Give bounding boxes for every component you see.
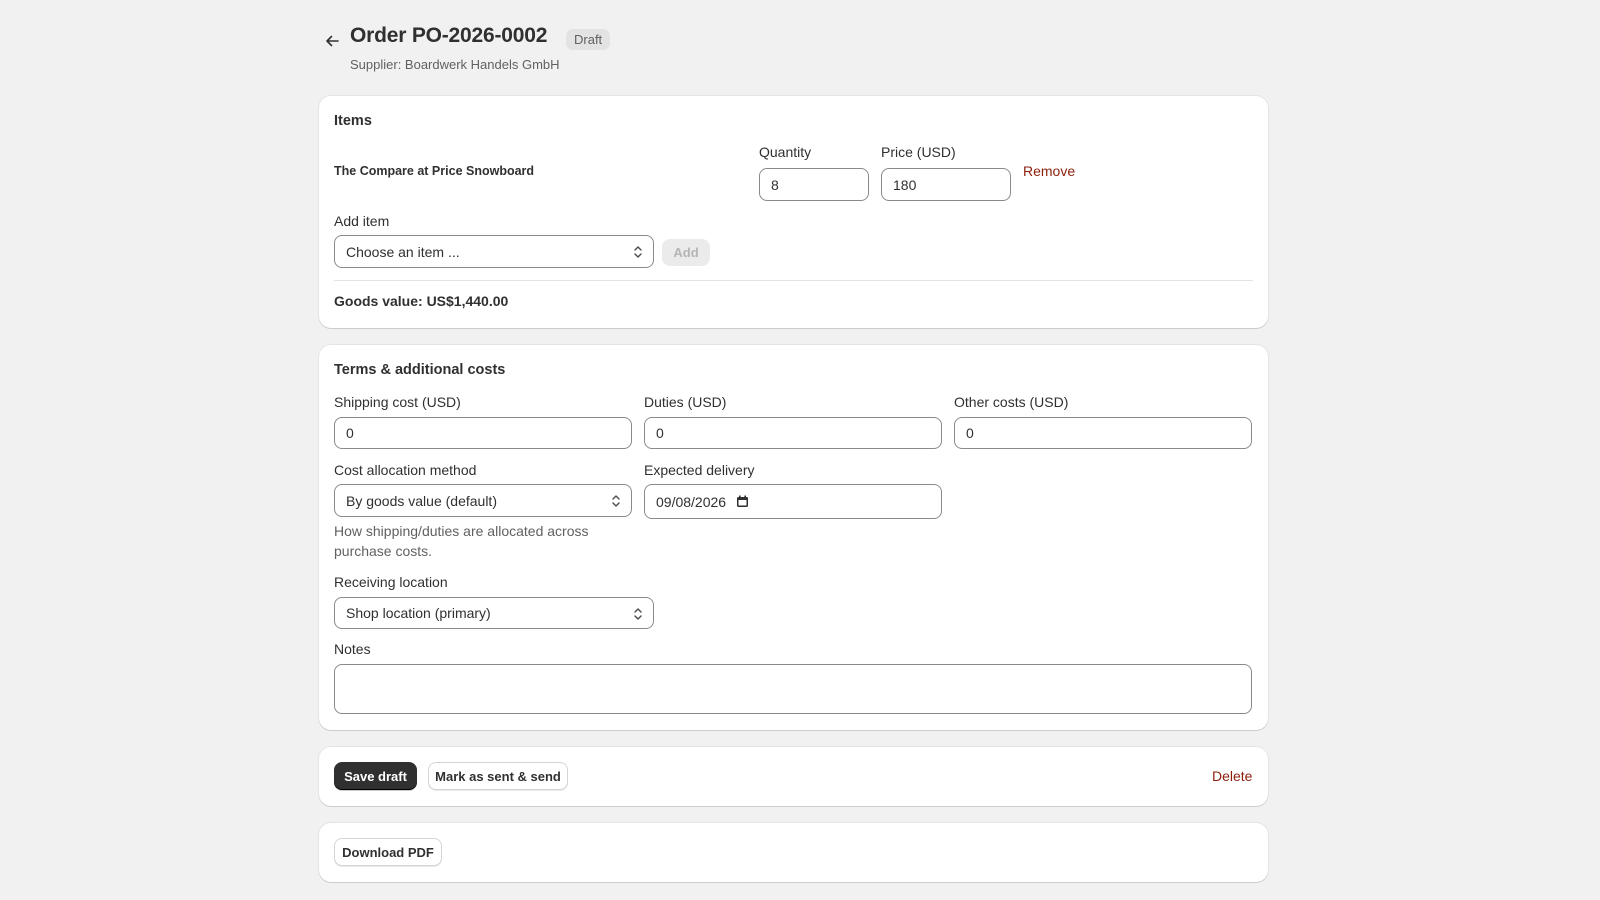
status-badge: Draft — [566, 29, 611, 50]
quantity-label: Quantity — [759, 144, 812, 160]
supplier-subtitle: Supplier: Boardwerk Handels GmbH — [350, 57, 560, 72]
expected-delivery-label: Expected delivery — [644, 462, 755, 478]
arrow-left-icon — [326, 35, 339, 47]
terms-card-title: Terms & additional costs — [334, 362, 506, 378]
cost-allocation-value: By goods value (default) — [346, 492, 497, 509]
chevron-up-down-icon — [634, 246, 642, 258]
goods-value: Goods value: US$1,440.00 — [334, 293, 509, 309]
save-draft-button[interactable]: Save draft — [334, 762, 417, 790]
purchase-order-page: Order PO-2026-0002 Draft Supplier: Board… — [319, 0, 1268, 882]
price-label: Price (USD) — [881, 144, 956, 160]
other-costs-label: Other costs (USD) — [954, 394, 1069, 410]
line-item-name: The Compare at Price Snowboard — [334, 164, 535, 178]
items-card-title: Items — [334, 113, 372, 129]
duties-label: Duties (USD) — [644, 394, 727, 410]
chevron-up-down-icon — [634, 608, 642, 620]
expected-delivery-input[interactable]: 09/08/2026 — [644, 484, 942, 519]
actions-card: Save draft Mark as sent & send Delete — [319, 747, 1268, 806]
notes-textarea[interactable] — [334, 664, 1252, 714]
back-button[interactable] — [319, 30, 345, 52]
mark-as-sent-button[interactable]: Mark as sent & send — [428, 762, 568, 790]
cost-allocation-select[interactable]: By goods value (default) — [334, 484, 632, 517]
add-item-button[interactable]: Add — [662, 239, 710, 266]
other-costs-input[interactable] — [954, 417, 1252, 449]
receiving-location-select[interactable]: Shop location (primary) — [334, 597, 654, 629]
quantity-input[interactable] — [759, 168, 869, 201]
add-item-select-value: Choose an item ... — [346, 243, 460, 260]
delete-link[interactable]: Delete — [1212, 768, 1252, 784]
remove-item-link[interactable]: Remove — [1023, 163, 1075, 179]
price-input[interactable] — [881, 168, 1011, 201]
receiving-location-value: Shop location (primary) — [346, 605, 491, 621]
notes-label: Notes — [334, 641, 371, 657]
page-title: Order PO-2026-0002 — [350, 24, 548, 47]
receiving-location-label: Receiving location — [334, 574, 448, 590]
cost-allocation-help: How shipping/duties are allocated across… — [334, 523, 589, 559]
pdf-card: Download PDF — [319, 823, 1268, 882]
cost-allocation-label: Cost allocation method — [334, 462, 477, 478]
shipping-cost-input[interactable] — [334, 417, 632, 449]
items-card: Items The Compare at Price Snowboard Qua… — [319, 96, 1268, 328]
items-divider — [334, 280, 1253, 281]
chevron-up-down-icon — [612, 495, 620, 507]
calendar-icon — [737, 495, 749, 507]
duties-input[interactable] — [644, 417, 942, 449]
terms-card: Terms & additional costs Shipping cost (… — [319, 345, 1268, 730]
shipping-cost-label: Shipping cost (USD) — [334, 394, 461, 410]
add-item-select[interactable]: Choose an item ... — [334, 235, 654, 268]
download-pdf-button[interactable]: Download PDF — [334, 838, 442, 866]
add-item-label: Add item — [334, 213, 390, 229]
page-header: Order PO-2026-0002 Draft Supplier: Board… — [319, 0, 1268, 96]
expected-delivery-value: 09/08/2026 — [656, 493, 727, 510]
